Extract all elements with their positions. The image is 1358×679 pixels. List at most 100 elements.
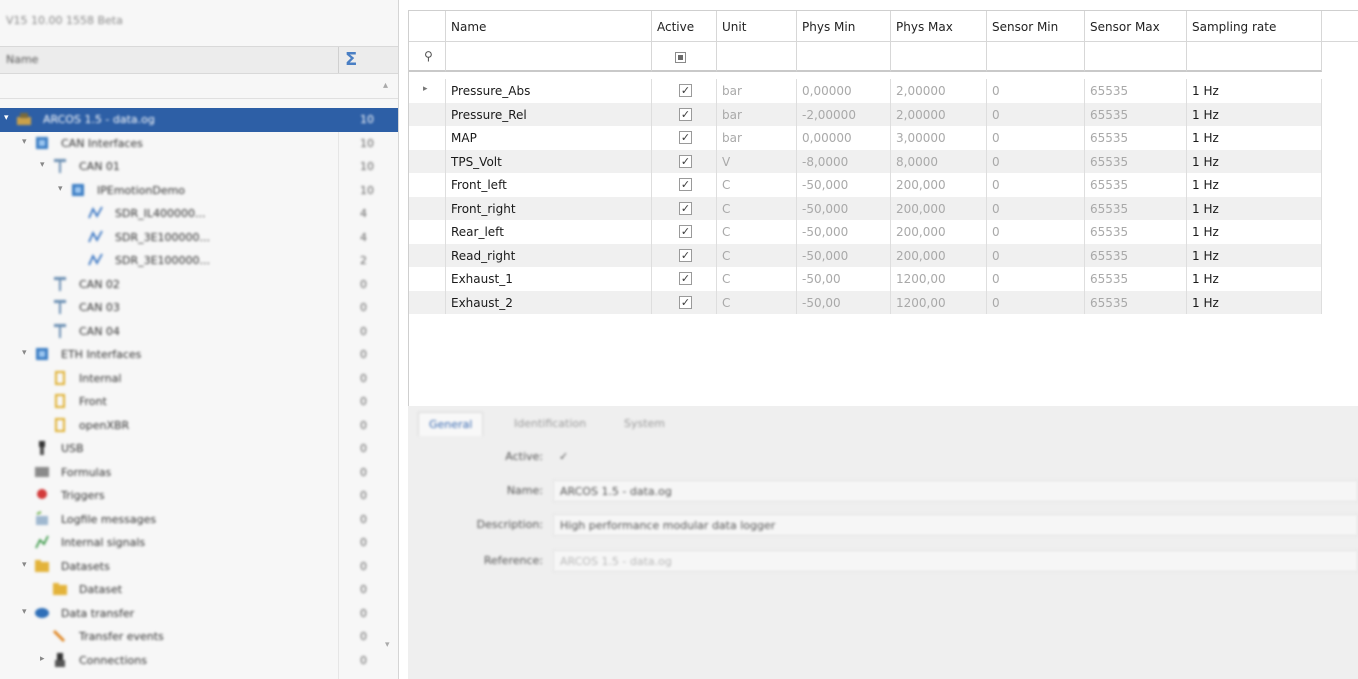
tree-node[interactable]: Internal 0 <box>0 367 398 391</box>
active-checkbox[interactable]: ✓ <box>679 107 692 121</box>
cell-sampling-rate[interactable]: 1 Hz <box>1187 173 1322 197</box>
row-indicator-cell[interactable] <box>409 102 446 126</box>
active-checkbox[interactable]: ✓ <box>679 272 692 285</box>
cell-sampling-rate[interactable]: 1 Hz <box>1187 149 1322 173</box>
row-indicator-cell[interactable] <box>409 267 446 291</box>
column-header-active[interactable]: Active <box>652 11 717 42</box>
table-row[interactable]: Exhaust_1 C -50,00 1200,00 0 65535 1 Hz ✓ <box>409 267 1358 291</box>
auto-filter-cell-phys-min[interactable] <box>797 42 891 72</box>
cell-phys-min[interactable]: -50,000 <box>797 243 891 267</box>
cell-unit[interactable]: C <box>717 220 797 244</box>
tree-node[interactable]: ▾ Datasets 0 <box>0 555 398 579</box>
cell-unit[interactable]: C <box>717 267 797 291</box>
collapse-arrow-icon[interactable]: ▾ <box>22 560 27 570</box>
cell-phys-min[interactable]: -50,00 <box>797 290 891 314</box>
tree-node[interactable]: Dataset 0 <box>0 578 398 602</box>
cell-phys-min[interactable]: -50,00 <box>797 267 891 291</box>
cell-phys-min[interactable]: -50,000 <box>797 173 891 197</box>
table-row[interactable]: ▸ Pressure_Abs bar 0,00000 2,00000 0 65535 1 Hz… <box>409 79 1358 103</box>
cell-phys-max[interactable]: 200,000 <box>891 220 987 244</box>
cell-phys-max[interactable]: 8,0000 <box>891 149 987 173</box>
tree-node[interactable]: ▾ ETH Interfaces 0 <box>0 343 398 367</box>
cell-sampling-rate[interactable]: 1 Hz <box>1187 243 1322 267</box>
tree-column-header[interactable]: Name Σ <box>0 46 398 74</box>
tree-node[interactable]: CAN 02 0 <box>0 273 398 297</box>
column-header-sampling-rate[interactable]: Sampling rate <box>1187 11 1322 42</box>
cell-phys-max[interactable]: 1200,00 <box>891 267 987 291</box>
tree-node[interactable]: SDR_3E100000... 4 <box>0 226 398 250</box>
active-filter-checkbox[interactable] <box>675 52 686 63</box>
tab-identification[interactable]: Identification <box>504 412 596 436</box>
column-header-phys-min[interactable]: Phys Min <box>797 11 891 42</box>
column-header-sensor-min[interactable]: Sensor Min <box>987 11 1085 42</box>
cell-sampling-rate[interactable]: 1 Hz <box>1187 290 1322 314</box>
field-value-description[interactable]: High performance modular data logger <box>553 514 1358 536</box>
cell-unit[interactable]: V <box>717 149 797 173</box>
sum-icon[interactable]: Σ <box>345 49 357 70</box>
cell-unit[interactable]: bar <box>717 79 797 103</box>
cell-sensor-min[interactable]: 0 <box>987 220 1085 244</box>
cell-sensor-max[interactable]: 65535 <box>1085 149 1187 173</box>
tree-filter-row[interactable]: ▴ <box>0 76 398 99</box>
cell-name[interactable]: Front_left <box>446 173 652 197</box>
cell-sensor-min[interactable]: 0 <box>987 126 1085 150</box>
cell-sampling-rate[interactable]: 1 Hz <box>1187 220 1322 244</box>
tree-node[interactable]: ▾ Data transfer 0 <box>0 602 398 626</box>
cell-sensor-min[interactable]: 0 <box>987 79 1085 103</box>
cell-phys-min[interactable]: -50,000 <box>797 196 891 220</box>
cell-sensor-max[interactable]: 65535 <box>1085 220 1187 244</box>
tab-general[interactable]: General <box>418 412 484 436</box>
auto-filter-cell-name[interactable] <box>446 42 652 72</box>
cell-sensor-max[interactable]: 65535 <box>1085 196 1187 220</box>
tree-node[interactable]: CAN 03 0 <box>0 296 398 320</box>
tree-node[interactable]: Transfer events 0 <box>0 625 398 649</box>
column-header-name[interactable]: Name <box>446 11 652 42</box>
tree-node[interactable]: SDR_3E100000... 2 <box>0 249 398 273</box>
cell-phys-max[interactable]: 200,000 <box>891 243 987 267</box>
cell-sensor-min[interactable]: 0 <box>987 196 1085 220</box>
auto-filter-cell-phys-max[interactable] <box>891 42 987 72</box>
table-row[interactable]: Front_left C -50,000 200,000 0 65535 1 Hz ✓ <box>409 173 1358 197</box>
expand-arrow-icon[interactable]: ▸ <box>40 654 45 664</box>
cell-phys-min[interactable]: -2,00000 <box>797 102 891 126</box>
cell-unit[interactable]: C <box>717 290 797 314</box>
cell-sensor-max[interactable]: 65535 <box>1085 102 1187 126</box>
cell-sampling-rate[interactable]: 1 Hz <box>1187 79 1322 103</box>
column-header-sensor-max[interactable]: Sensor Max <box>1085 11 1187 42</box>
tab-system[interactable]: System <box>614 412 675 436</box>
cell-phys-min[interactable]: 0,00000 <box>797 126 891 150</box>
cell-name[interactable]: Front_right <box>446 196 652 220</box>
cell-unit[interactable]: bar <box>717 102 797 126</box>
cell-name[interactable]: Pressure_Abs <box>446 79 652 103</box>
tree-node[interactable]: ▾ IPEmotionDemo 10 <box>0 179 398 203</box>
cell-name[interactable]: Exhaust_1 <box>446 267 652 291</box>
row-indicator-cell[interactable] <box>409 149 446 173</box>
collapse-arrow-icon[interactable]: ▾ <box>22 348 27 358</box>
cell-sensor-min[interactable]: 0 <box>987 102 1085 126</box>
cell-name[interactable]: Rear_left <box>446 220 652 244</box>
field-value-name[interactable]: ARCOS 1.5 - data.og <box>553 480 1358 502</box>
column-header-unit[interactable]: Unit <box>717 11 797 42</box>
cell-name[interactable]: Read_right <box>446 243 652 267</box>
collapse-arrow-icon[interactable]: ▾ <box>22 607 27 617</box>
table-row[interactable]: Rear_left C -50,000 200,000 0 65535 1 Hz ✓ <box>409 220 1358 244</box>
cell-sensor-min[interactable]: 0 <box>987 149 1085 173</box>
cell-phys-max[interactable]: 2,00000 <box>891 102 987 126</box>
cell-sensor-max[interactable]: 65535 <box>1085 79 1187 103</box>
cell-phys-max[interactable]: 200,000 <box>891 173 987 197</box>
collapse-arrow-icon[interactable]: ▾ <box>40 160 45 170</box>
scroll-up-icon[interactable]: ▴ <box>383 80 388 91</box>
table-row[interactable]: Front_right C -50,000 200,000 0 65535 1 Hz ✓ <box>409 196 1358 220</box>
tree-node[interactable]: ▾ CAN Interfaces 10 <box>0 132 398 156</box>
tree-node[interactable]: SDR_IL400000... 4 <box>0 202 398 226</box>
active-checkbox[interactable]: ✓ <box>679 225 692 238</box>
row-indicator-cell[interactable] <box>409 126 446 150</box>
tree-node[interactable]: Formulas 0 <box>0 461 398 485</box>
tree-node[interactable]: ▸ Connections 0 <box>0 649 398 673</box>
active-checkbox[interactable]: ✓ <box>679 154 692 168</box>
auto-filter-cell-unit[interactable] <box>717 42 797 72</box>
table-row[interactable]: Read_right C -50,000 200,000 0 65535 1 Hz ✓ <box>409 243 1358 267</box>
cell-phys-min[interactable]: 0,00000 <box>797 79 891 103</box>
cell-sampling-rate[interactable]: 1 Hz <box>1187 102 1322 126</box>
active-checkbox[interactable]: ✓ <box>679 178 692 191</box>
